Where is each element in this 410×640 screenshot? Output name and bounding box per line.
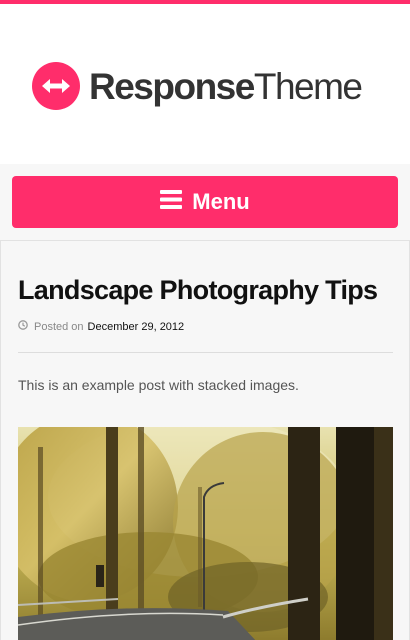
post-title[interactable]: Landscape Photography Tips: [18, 275, 378, 306]
menu-button[interactable]: Menu: [12, 176, 398, 228]
post-divider: [18, 352, 393, 353]
site-logo[interactable]: ResponseTheme: [32, 60, 363, 112]
post-image-forest-road[interactable]: [18, 427, 393, 640]
logo-text-bold: Response: [89, 65, 255, 107]
post-date-link[interactable]: December 29, 2012: [88, 321, 185, 333]
clock-icon: [18, 320, 28, 333]
post-excerpt: This is an example post with stacked ima…: [18, 377, 299, 393]
site-logo-text: ResponseTheme: [89, 65, 363, 107]
menu-button-label: Menu: [192, 189, 250, 214]
site-header: ResponseTheme: [0, 4, 410, 164]
posted-on-label: Posted on: [34, 320, 84, 333]
double-arrow-icon: [32, 62, 80, 110]
post-article: Landscape Photography Tips Posted on Dec…: [0, 240, 410, 640]
logo-text-light: Theme: [253, 65, 363, 107]
post-meta: Posted on December 29, 2012: [18, 320, 184, 333]
hamburger-icon: [160, 190, 183, 214]
